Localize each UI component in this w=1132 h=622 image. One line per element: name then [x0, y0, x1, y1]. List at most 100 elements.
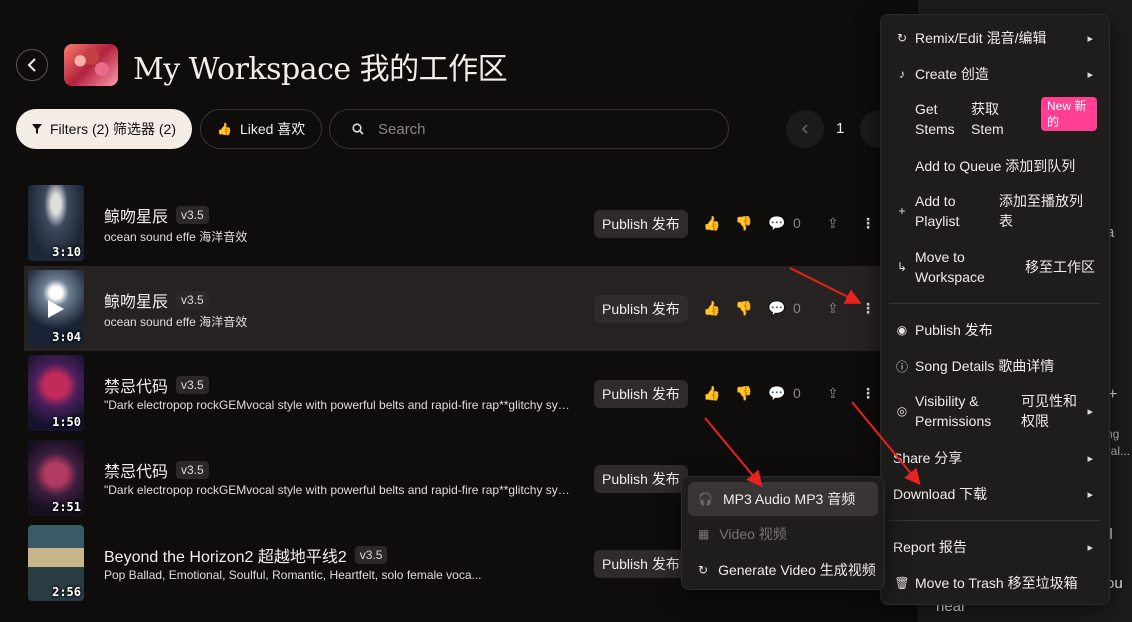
filters-label: Filters (2) 筛选器 (2) — [50, 121, 176, 137]
filters-button[interactable]: Filters (2) 筛选器 (2) — [16, 109, 192, 149]
thumbs-up-icon[interactable]: 👍 — [703, 300, 720, 317]
more-options-icon[interactable]: ⋮ — [861, 385, 875, 402]
more-options-icon[interactable]: ⋮ — [861, 300, 875, 317]
back-button[interactable] — [16, 49, 48, 81]
workspace-thumbnail — [64, 44, 118, 86]
song-duration: 3:04 — [52, 330, 81, 344]
menu-item-trash[interactable]: 🗑 Move to Trash 移至垃圾箱 — [881, 572, 1109, 594]
globe-icon: ◉ — [896, 323, 908, 337]
song-description: "Dark electropop rockGEMvocal style with… — [104, 398, 574, 412]
song-title-wrap: Beyond the Horizon2 超越地平线2 v3.5 — [104, 543, 388, 567]
song-title-wrap: 鲸吻星辰 v3.5 — [104, 203, 209, 227]
publish-button[interactable]: Publish 发布 — [594, 550, 688, 578]
publish-button[interactable]: Publish 发布 — [594, 295, 688, 323]
song-description: ocean sound effe 海洋音效 — [104, 230, 248, 244]
thumbs-down-icon[interactable]: 👎 — [735, 385, 752, 402]
menu-item-download[interactable]: Download 下载 ▸ — [881, 483, 1109, 505]
menu-item-add-to-playlist[interactable]: + Add to Playlist 添加至播放列表 — [881, 191, 1109, 231]
submenu-item-mp3[interactable]: 🎧 MP3 Audio MP3 音频 — [688, 482, 878, 516]
menu-divider — [889, 303, 1101, 304]
version-badge: v3.5 — [176, 291, 209, 309]
song-title[interactable]: 禁忌代码 — [104, 373, 168, 397]
chevron-right-icon: ▸ — [1087, 452, 1093, 465]
submenu-item-video[interactable]: ▦ Video 视频 — [688, 517, 878, 551]
thumbs-down-icon[interactable]: 👎 — [735, 215, 752, 232]
song-title-wrap: 禁忌代码 v3.5 — [104, 373, 209, 397]
more-options-icon[interactable]: ⋮ — [861, 215, 875, 232]
song-row[interactable]: 1:50 禁忌代码 v3.5 "Dark electropop rockGEMvo… — [24, 351, 894, 436]
menu-item-remix[interactable]: ↻ Remix/Edit 混音/编辑 ▸ — [881, 27, 1109, 49]
menu-item-report[interactable]: Report 报告 ▸ — [881, 536, 1109, 558]
menu-item-move-to-workspace[interactable]: ↳ Move to Workspace 移至工作区 — [881, 247, 1109, 287]
song-cover[interactable]: 2:56 — [28, 525, 84, 601]
new-badge: New 新的 — [1041, 97, 1097, 131]
menu-item-visibility[interactable]: ◎ Visibility & Permissions 可见性和权限 ▸ — [881, 391, 1109, 431]
chevron-left-icon — [27, 58, 36, 72]
song-title[interactable]: 鲸吻星辰 — [104, 203, 168, 227]
chevron-left-icon — [801, 124, 808, 134]
chevron-right-icon: ▸ — [1087, 488, 1093, 501]
thumbs-up-icon[interactable]: 👍 — [703, 215, 720, 232]
chevron-right-icon: ▸ — [1087, 541, 1093, 554]
thumbs-down-icon[interactable]: 👎 — [735, 300, 752, 317]
menu-item-add-to-queue[interactable]: Add to Queue 添加到队列 — [881, 155, 1109, 177]
song-title[interactable]: Beyond the Horizon2 超越地平线2 — [104, 543, 347, 567]
play-icon[interactable] — [48, 300, 64, 318]
page-prev-button[interactable] — [786, 110, 824, 148]
comment-icon[interactable]: 💬 — [768, 385, 785, 402]
song-cover[interactable]: 3:10 — [28, 185, 84, 261]
song-title-wrap: 鲸吻星辰 v3.5 — [104, 288, 209, 312]
refresh-icon: ↻ — [698, 563, 709, 577]
menu-item-get-stems[interactable]: Get Stems 获取 Stem New 新的 — [881, 97, 1109, 139]
menu-item-song-details[interactable]: ⓘ Song Details 歌曲详情 — [881, 355, 1109, 377]
trash-icon: 🗑 — [894, 576, 910, 590]
publish-button[interactable]: Publish 发布 — [594, 210, 688, 238]
liked-button[interactable]: 👍 Liked 喜欢 — [200, 109, 323, 149]
publish-button[interactable]: Publish 发布 — [594, 380, 688, 408]
song-title[interactable]: 鲸吻星辰 — [104, 288, 168, 312]
menu-item-create[interactable]: ♪ Create 创造 ▸ — [881, 63, 1109, 85]
submenu-item-generate-video[interactable]: ↻ Generate Video 生成视频 — [688, 553, 878, 587]
comment-count: 0 — [793, 215, 801, 231]
eye-icon: ◎ — [896, 404, 908, 418]
song-options-menu: ↻ Remix/Edit 混音/编辑 ▸ ♪ Create 创造 ▸ Get Stems… — [880, 14, 1110, 605]
song-cover[interactable]: 1:50 — [28, 355, 84, 431]
song-cover[interactable]: 2:51 — [28, 440, 84, 516]
song-duration: 3:10 — [52, 245, 81, 259]
version-badge: v3.5 — [354, 546, 388, 564]
version-badge: v3.5 — [176, 206, 209, 224]
thumbs-up-icon[interactable]: 👍 — [703, 385, 720, 402]
song-description: "Dark electropop rockGEMvocal style with… — [104, 483, 574, 497]
comment-icon[interactable]: 💬 — [768, 215, 785, 232]
comment-count: 0 — [793, 385, 801, 401]
share-icon[interactable]: ⇪ — [827, 385, 839, 402]
search-box[interactable] — [329, 109, 729, 149]
menu-item-share[interactable]: Share 分享 ▸ — [881, 447, 1109, 469]
page-number: 1 — [836, 120, 845, 137]
song-row[interactable]: 3:10 鲸吻星辰 v3.5 ocean sound effe 海洋音效 Publ… — [24, 181, 894, 266]
menu-item-publish[interactable]: ◉ Publish 发布 — [881, 319, 1109, 341]
video-icon: ▦ — [698, 527, 710, 541]
filter-icon — [32, 124, 42, 134]
version-badge: v3.5 — [176, 461, 209, 479]
menu-divider — [889, 520, 1101, 521]
chevron-right-icon: ▸ — [1087, 68, 1093, 81]
song-title[interactable]: 禁忌代码 — [104, 458, 168, 482]
info-icon: ⓘ — [895, 359, 908, 374]
song-row[interactable]: 3:04 鲸吻星辰 v3.5 ocean sound effe 海洋音效 Publ… — [24, 266, 894, 351]
page-title: My Workspace 我的工作区 — [133, 52, 508, 87]
thumbs-up-icon: 👍 — [217, 122, 232, 136]
music-note-icon: ♪ — [899, 67, 905, 81]
song-cover[interactable]: 3:04 — [28, 270, 84, 346]
search-input[interactable] — [378, 120, 698, 138]
song-duration: 2:56 — [52, 585, 81, 599]
share-icon[interactable]: ⇪ — [827, 300, 839, 317]
comment-icon[interactable]: 💬 — [768, 300, 785, 317]
share-icon[interactable]: ⇪ — [827, 215, 839, 232]
publish-button[interactable]: Publish 发布 — [594, 465, 688, 493]
comment-count: 0 — [793, 300, 801, 316]
song-description: Pop Ballad, Emotional, Soulful, Romantic… — [104, 568, 482, 582]
version-badge: v3.5 — [176, 376, 209, 394]
download-submenu: 🎧 MP3 Audio MP3 音频 ▦ Video 视频 ↻ Generate Vi… — [681, 476, 885, 590]
move-icon: ↳ — [896, 260, 908, 274]
